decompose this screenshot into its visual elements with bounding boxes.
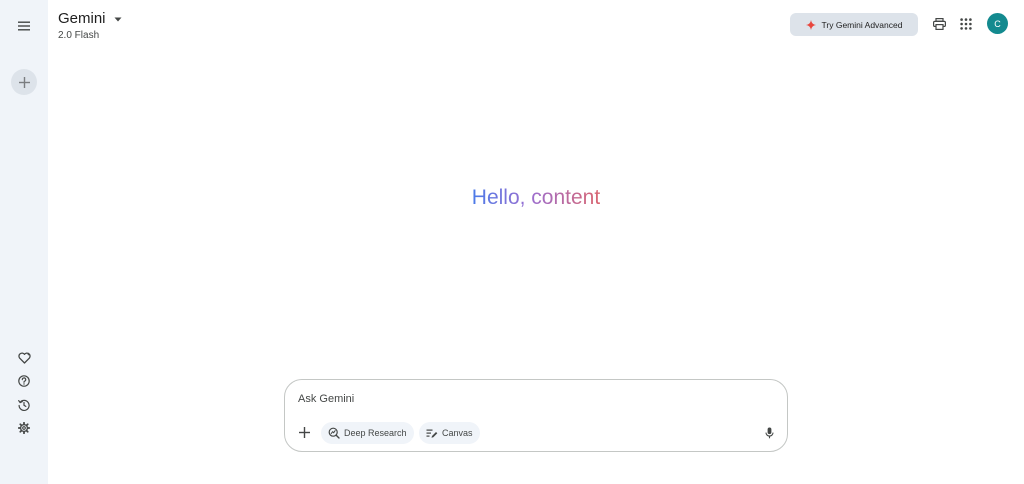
canvas-icon bbox=[426, 429, 438, 438]
plus-icon bbox=[298, 426, 310, 438]
settings-icon bbox=[18, 422, 30, 434]
greeting-text: Hello, content bbox=[471, 186, 601, 209]
prompt-input[interactable] bbox=[298, 390, 738, 408]
menu-icon bbox=[18, 21, 30, 31]
account-avatar[interactable]: C bbox=[987, 13, 1008, 34]
print-icon bbox=[932, 18, 946, 30]
sparkle-icon bbox=[805, 19, 816, 30]
help-icon bbox=[18, 375, 30, 387]
add-files-button[interactable] bbox=[294, 422, 314, 442]
prompt-composer: Deep Research Canvas bbox=[284, 379, 788, 452]
main-menu-button[interactable] bbox=[10, 12, 38, 40]
greeting-heading: Hello, content bbox=[0, 185, 1024, 211]
gemini-app: Gemini 2.0 Flash Try Gemini Advanced C H… bbox=[0, 0, 1024, 484]
upgrade-label: Try Gemini Advanced bbox=[821, 19, 903, 30]
app-title: Gemini bbox=[58, 10, 106, 27]
settings-button[interactable] bbox=[10, 414, 38, 442]
plus-icon bbox=[18, 76, 30, 88]
apps-grid-icon bbox=[960, 18, 972, 30]
try-gemini-advanced-button[interactable]: Try Gemini Advanced bbox=[790, 13, 918, 36]
microphone-button[interactable] bbox=[759, 423, 779, 443]
new-chat-button[interactable] bbox=[11, 69, 37, 95]
canvas-chip[interactable]: Canvas bbox=[419, 422, 480, 444]
app-title-row: Gemini bbox=[58, 9, 122, 29]
model-name: 2.0 Flash bbox=[58, 30, 100, 41]
history-icon bbox=[18, 399, 30, 411]
deep-research-label: Deep Research bbox=[344, 428, 407, 438]
print-button[interactable] bbox=[930, 15, 948, 33]
deep-research-icon bbox=[328, 427, 340, 439]
caret-down-icon bbox=[114, 17, 122, 21]
microphone-icon bbox=[764, 427, 774, 439]
canvas-label: Canvas bbox=[442, 428, 473, 438]
model-switcher[interactable]: Gemini 2.0 Flash bbox=[58, 9, 122, 41]
gem-heart-icon bbox=[17, 352, 31, 364]
google-apps-button[interactable] bbox=[957, 15, 975, 33]
sidebar bbox=[0, 0, 48, 484]
deep-research-chip[interactable]: Deep Research bbox=[321, 422, 414, 444]
